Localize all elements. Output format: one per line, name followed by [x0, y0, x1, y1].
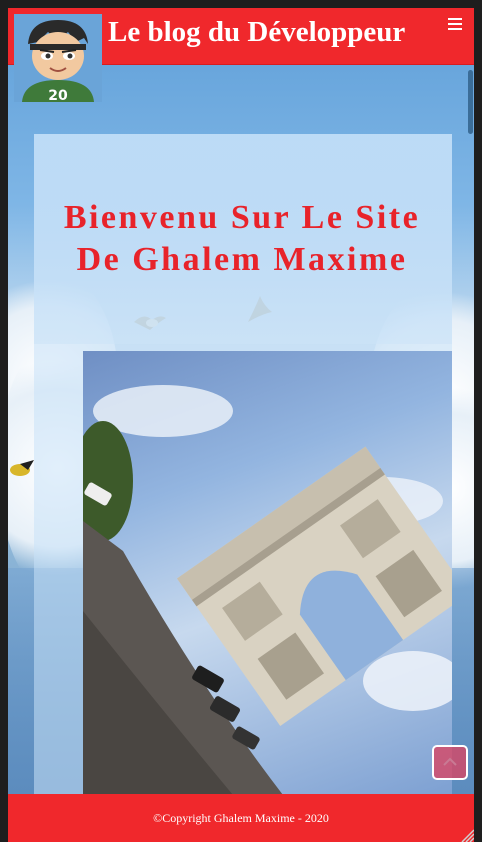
scrollbar-track[interactable] — [466, 64, 474, 794]
back-to-top-button[interactable] — [432, 745, 468, 780]
site-title[interactable]: Le blog du Développeur — [108, 16, 405, 49]
hamburger-menu-icon[interactable] — [448, 18, 462, 32]
resize-grip-icon[interactable] — [458, 826, 474, 842]
copyright-text: ©Copyright Ghalem Maxime - 2020 — [153, 811, 329, 825]
arrow-up-icon — [443, 757, 457, 766]
site-footer: ©Copyright Ghalem Maxime - 2020 — [8, 794, 474, 842]
bird-icon — [10, 460, 34, 476]
arc-de-triomphe-photo — [83, 351, 452, 795]
developer-avatar-icon[interactable]: 20 — [14, 14, 102, 102]
welcome-heading: Bienvenu Sur Le Site De Ghalem Maxime — [63, 199, 421, 278]
scrollbar-thumb[interactable] — [468, 70, 473, 134]
svg-text:20: 20 — [48, 88, 68, 102]
